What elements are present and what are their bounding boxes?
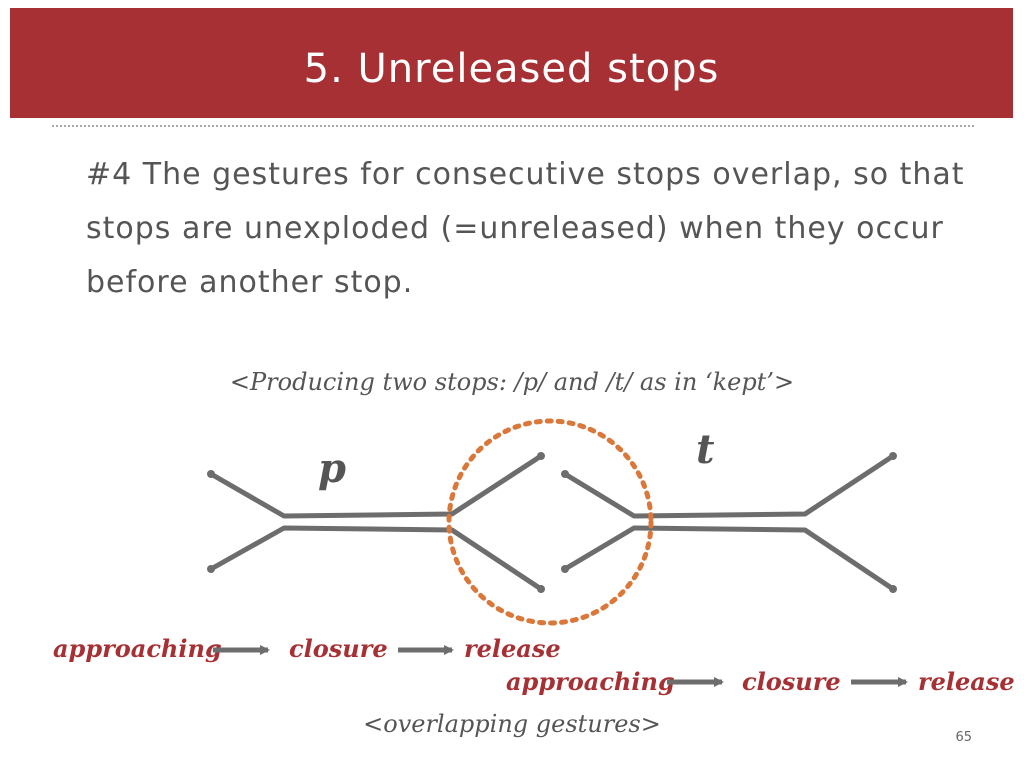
- page-number: 65: [955, 730, 972, 745]
- label-release-2: release: [918, 667, 1015, 696]
- label-approaching-1: approaching: [53, 634, 222, 663]
- diagram-caption-bottom: <overlapping gestures>: [363, 710, 661, 738]
- t-upper-line: [562, 453, 896, 519]
- overlap-circle: [446, 418, 654, 626]
- label-closure-2: closure: [742, 667, 841, 696]
- t-lower-line: [562, 525, 896, 592]
- gesture-diagram: p t approaching closure release approach…: [53, 418, 1015, 696]
- label-approaching-2: approaching: [506, 667, 675, 696]
- p-upper-line: [208, 453, 544, 519]
- letter-t: t: [696, 426, 715, 473]
- p-gesture-lines: [207, 452, 545, 593]
- t-gesture-lines: [561, 452, 897, 593]
- letter-p: p: [318, 445, 346, 492]
- label-closure-1: closure: [289, 634, 388, 663]
- label-release-1: release: [464, 634, 561, 663]
- p-lower-line: [208, 525, 544, 592]
